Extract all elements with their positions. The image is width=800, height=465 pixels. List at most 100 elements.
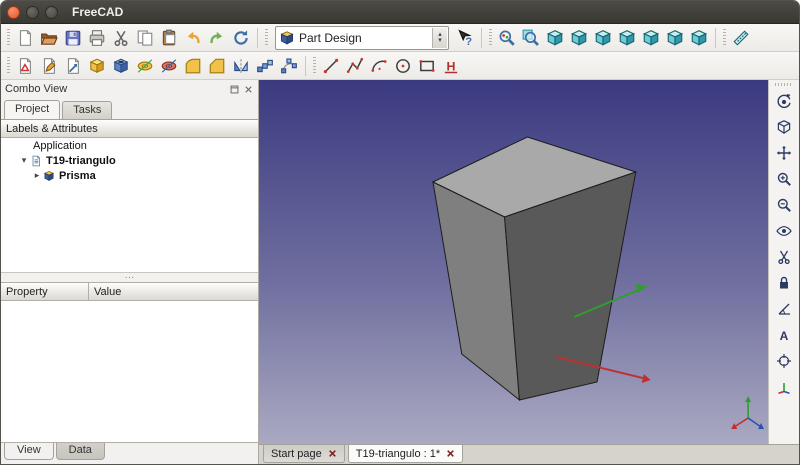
view-toolbar-group	[495, 26, 711, 50]
letter-a-button[interactable]: A	[772, 323, 796, 347]
tab-view[interactable]: View	[4, 443, 54, 460]
save-button[interactable]	[61, 26, 85, 50]
fit-all-button[interactable]	[495, 26, 519, 50]
print-button[interactable]	[85, 26, 109, 50]
expander-right-icon[interactable]: ▸	[31, 170, 43, 181]
bottom-view-button[interactable]	[663, 26, 687, 50]
groove-button[interactable]	[157, 54, 181, 78]
tree-item[interactable]: ▾T19-triangulo	[1, 153, 258, 168]
angle-button[interactable]	[772, 297, 796, 321]
document-icon	[30, 155, 43, 167]
tree-header-label: Labels & Attributes	[6, 123, 98, 135]
cut-button[interactable]	[109, 26, 133, 50]
tab-tasks[interactable]: Tasks	[62, 101, 112, 119]
toolbar-handle[interactable]	[7, 57, 10, 75]
target-button[interactable]	[772, 349, 796, 373]
zoom-in-button[interactable]	[772, 167, 796, 191]
new-sketch-button[interactable]	[13, 54, 37, 78]
float-panel-button[interactable]	[229, 84, 240, 95]
partdesign-toolbar-group	[13, 54, 301, 78]
window-minimize-button[interactable]	[26, 6, 39, 19]
pocket-button[interactable]	[109, 54, 133, 78]
map-sketch-button[interactable]	[61, 54, 85, 78]
y-axis-arrowhead	[636, 284, 648, 293]
axes-button[interactable]	[772, 375, 796, 399]
whats-this-icon: ?	[456, 29, 474, 47]
front-view-button[interactable]	[567, 26, 591, 50]
tree-item-label: Application	[33, 140, 87, 152]
lock-button[interactable]	[772, 271, 796, 295]
whats-this-button[interactable]: ?	[453, 26, 477, 50]
fit-all-icon	[498, 29, 516, 47]
right-view-button[interactable]	[615, 26, 639, 50]
left-view-button[interactable]	[687, 26, 711, 50]
sketch-circle-button[interactable]	[391, 54, 415, 78]
linear-pattern-icon	[256, 57, 274, 75]
panel-splitter[interactable]: ···	[1, 272, 258, 282]
refresh-button[interactable]	[229, 26, 253, 50]
constrain-horizontal-button[interactable]: H	[439, 54, 463, 78]
pan-arrows-button[interactable]	[772, 141, 796, 165]
measure-distance-button[interactable]	[729, 26, 753, 50]
chamfer-button[interactable]	[205, 54, 229, 78]
close-panel-button[interactable]	[243, 84, 254, 95]
workbench-selector[interactable]: Part Design ▴▾	[275, 26, 449, 50]
value-column-header: Value	[89, 283, 126, 300]
viewport-3d[interactable]	[259, 80, 768, 444]
combo-view-panel: Combo View ProjectTasks Labels & Attribu…	[1, 80, 259, 464]
window-maximize-button[interactable]	[45, 6, 58, 19]
fillet-button[interactable]	[181, 54, 205, 78]
sketch-rectangle-icon	[418, 57, 436, 75]
map-sketch-icon	[64, 57, 82, 75]
window-close-button[interactable]	[7, 6, 20, 19]
top-view-button[interactable]	[591, 26, 615, 50]
new-document-button[interactable]	[13, 26, 37, 50]
sketch-line-button[interactable]	[319, 54, 343, 78]
paste-button[interactable]	[157, 26, 181, 50]
redo-button[interactable]	[205, 26, 229, 50]
combo-spin-buttons[interactable]: ▴▾	[432, 28, 447, 48]
undo-button[interactable]	[181, 26, 205, 50]
close-tab-icon[interactable]	[446, 449, 455, 458]
sketch-rectangle-button[interactable]	[415, 54, 439, 78]
rear-view-button[interactable]	[639, 26, 663, 50]
property-table-header: Property Value	[1, 282, 258, 301]
tab-project[interactable]: Project	[4, 100, 60, 119]
sketch-polyline-button[interactable]	[343, 54, 367, 78]
document-tab[interactable]: T19-triangulo : 1*	[348, 445, 463, 463]
tab-data[interactable]: Data	[56, 443, 105, 460]
edit-sketch-button[interactable]	[37, 54, 61, 78]
fit-selection-button[interactable]	[519, 26, 543, 50]
pad-button[interactable]	[85, 54, 109, 78]
toolbar-handle[interactable]	[723, 29, 726, 47]
toolbar-handle[interactable]	[265, 29, 268, 47]
orbit-icon	[776, 93, 792, 109]
linear-pattern-button[interactable]	[253, 54, 277, 78]
cut-icon	[112, 29, 130, 47]
sketch-arc-button[interactable]	[367, 54, 391, 78]
orbit-button[interactable]	[772, 89, 796, 113]
eye-button[interactable]	[772, 219, 796, 243]
property-table-body[interactable]	[1, 301, 258, 443]
mirrored-button[interactable]	[229, 54, 253, 78]
axonometric-view-button[interactable]	[543, 26, 567, 50]
print-icon	[88, 29, 106, 47]
close-tab-icon[interactable]	[328, 449, 337, 458]
fit-selection-icon	[522, 29, 540, 47]
revolution-button[interactable]	[133, 54, 157, 78]
tree-item[interactable]: ▸Prisma	[1, 168, 258, 183]
toolbar-handle[interactable]	[489, 29, 492, 47]
toolbar-handle[interactable]	[7, 29, 10, 47]
document-tab[interactable]: Start page	[263, 445, 345, 463]
cube-outline-button[interactable]	[772, 115, 796, 139]
scissors-button[interactable]	[772, 245, 796, 269]
expander-down-icon[interactable]: ▾	[18, 155, 30, 166]
constrain-horizontal-icon: H	[442, 57, 460, 75]
open-document-button[interactable]	[37, 26, 61, 50]
toolbar-handle[interactable]	[313, 57, 316, 75]
zoom-out-button[interactable]	[772, 193, 796, 217]
tree-item[interactable]: Application	[1, 138, 258, 153]
polar-pattern-button[interactable]	[277, 54, 301, 78]
copy-button[interactable]	[133, 26, 157, 50]
toolbar-handle[interactable]	[775, 83, 793, 86]
